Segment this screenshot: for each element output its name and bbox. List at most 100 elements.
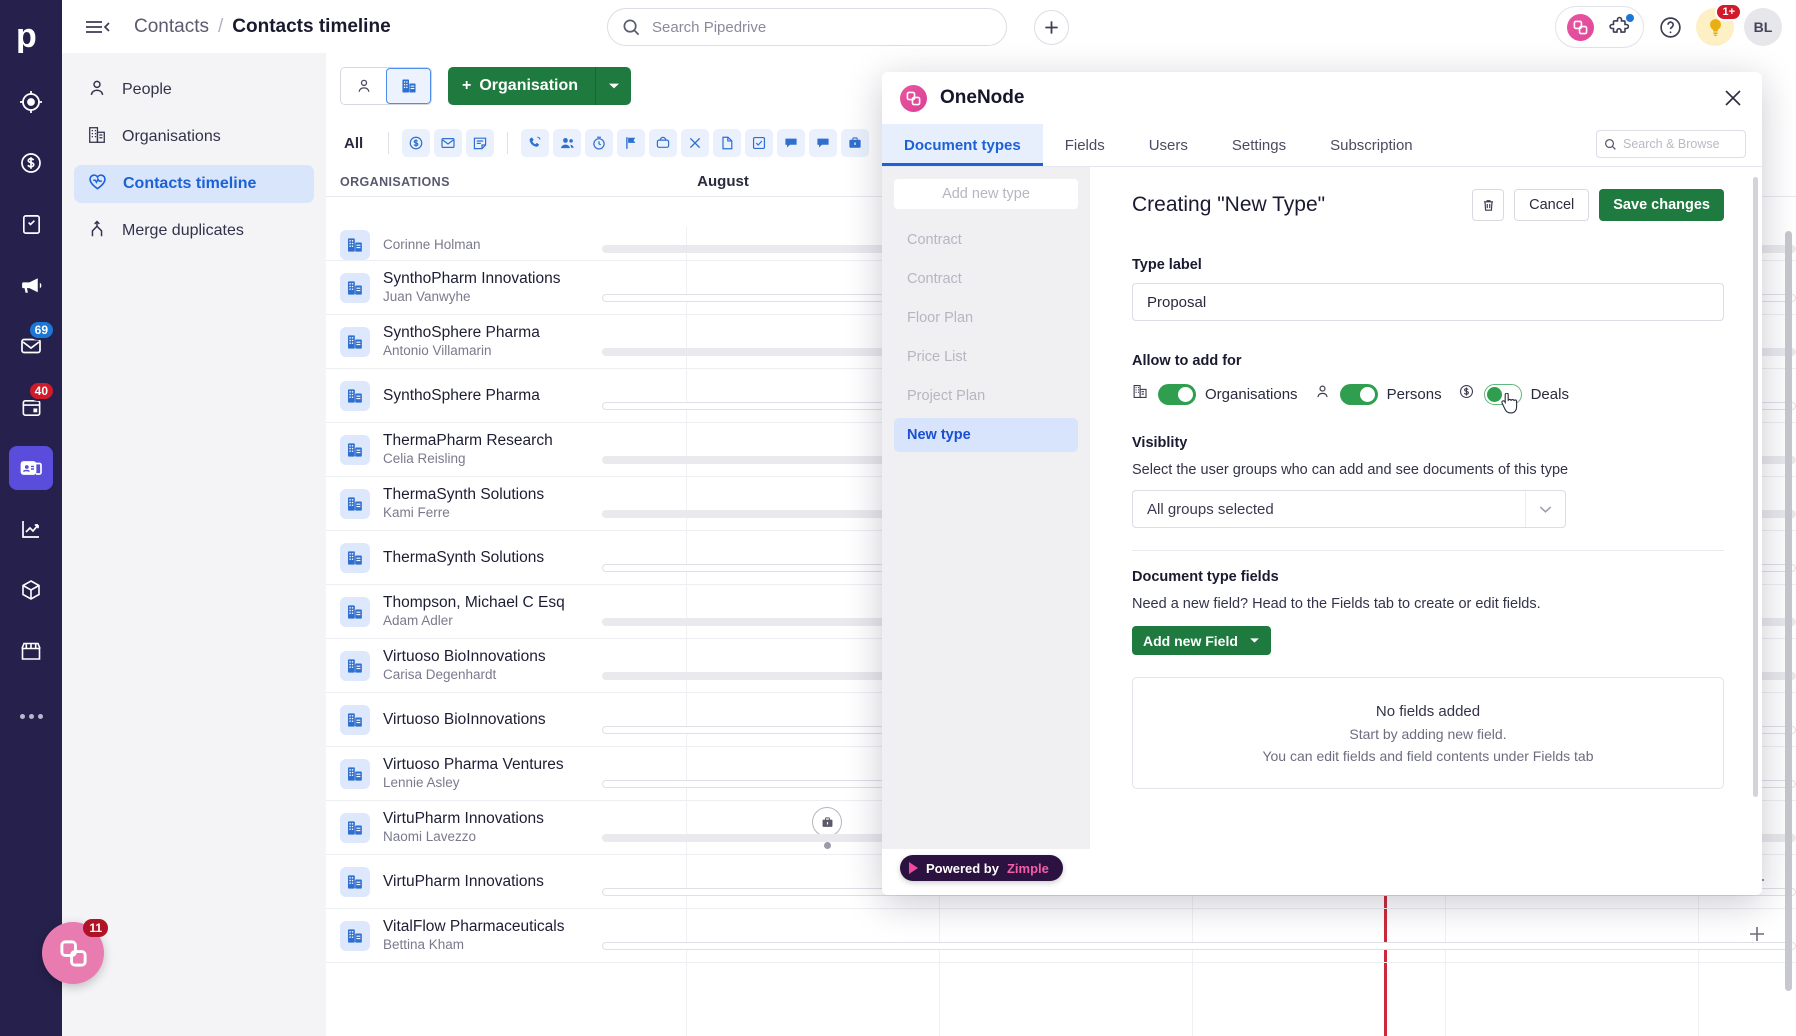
sidebar-item-organisations[interactable]: Organisations [74, 118, 314, 156]
rail-item-more[interactable] [19, 694, 43, 738]
filter-chat-icon[interactable] [777, 129, 806, 157]
add-organisation-dropdown[interactable] [595, 67, 631, 105]
deal-marker-icon[interactable] [812, 807, 842, 837]
filter-activity-icon[interactable] [681, 129, 710, 157]
type-item-contract-2[interactable]: Contract [894, 262, 1078, 296]
row-org-name[interactable]: VitalFlow Pharmaceuticals [383, 917, 564, 936]
merge-icon [87, 219, 107, 244]
visibility-select[interactable]: All groups selected [1132, 490, 1566, 528]
row-org-name[interactable]: Virtuoso Pharma Ventures [383, 755, 564, 774]
filter-deadline-icon[interactable] [585, 129, 614, 157]
heartbeat-icon [87, 171, 108, 197]
view-people-button[interactable] [341, 68, 386, 104]
rail-item-leads[interactable] [9, 80, 53, 124]
view-organisations-button[interactable] [386, 68, 431, 104]
allow-to-add-for-caption: Allow to add for [1132, 353, 1242, 369]
tab-users[interactable]: Users [1127, 124, 1210, 166]
cancel-button[interactable]: Cancel [1514, 189, 1590, 221]
pipedrive-logo-icon[interactable]: p [11, 14, 51, 58]
row-org-name[interactable]: VirtuPharm Innovations [383, 872, 544, 891]
row-org-name[interactable]: SynthoSphere Pharma [383, 323, 540, 342]
filter-briefcase-icon[interactable] [841, 129, 870, 157]
breadcrumb-root[interactable]: Contacts [134, 16, 209, 38]
sidebar-item-contacts-timeline[interactable]: Contacts timeline [74, 165, 314, 203]
type-item-new-type[interactable]: New type [894, 418, 1078, 452]
filter-deal-icon[interactable] [402, 129, 431, 157]
filter-checkbox-icon[interactable] [745, 129, 774, 157]
visibility-caption: Visiblity [1132, 435, 1188, 451]
tab-subscription[interactable]: Subscription [1308, 124, 1435, 166]
powered-by-zimple-badge[interactable]: Powered by Zimple [900, 855, 1063, 881]
marketplace-apps-icon[interactable] [1608, 14, 1634, 39]
type-item-contract-1[interactable]: Contract [894, 223, 1078, 257]
close-icon[interactable] [1722, 87, 1744, 109]
sidebar-item-people[interactable]: People [74, 71, 314, 109]
row-org-name[interactable]: Virtuoso BioInnovations [383, 647, 546, 666]
filter-chat-alt-icon[interactable] [809, 129, 838, 157]
tab-document-types[interactable]: Document types [882, 124, 1043, 166]
filter-meeting-icon[interactable] [553, 129, 582, 157]
rail-item-activities[interactable]: 40 [9, 381, 55, 429]
toggle-organisations[interactable] [1158, 383, 1196, 405]
org-avatar-icon [340, 488, 370, 519]
search-input[interactable] [652, 18, 982, 36]
collapse-sidebar-icon[interactable] [84, 17, 110, 37]
row-person: Carisa Degenhardt [383, 667, 497, 682]
toggle-deals[interactable] [1483, 383, 1522, 413]
row-add-button[interactable] [1748, 923, 1766, 949]
rail-item-deals[interactable] [9, 141, 53, 185]
type-item-price-list[interactable]: Price List [894, 340, 1078, 374]
filter-task-flag-icon[interactable] [617, 129, 646, 157]
filter-all-label[interactable]: All [344, 135, 363, 152]
main-vertical-scrollbar[interactable] [1785, 231, 1792, 991]
filter-email-icon[interactable] [434, 129, 463, 157]
row-org-name[interactable]: Virtuoso BioInnovations [383, 710, 546, 729]
rail-item-marketplace[interactable] [9, 629, 53, 673]
rail-item-campaigns[interactable] [9, 263, 53, 307]
type-label-input[interactable] [1132, 283, 1724, 321]
tab-fields[interactable]: Fields [1043, 124, 1127, 166]
row-org-name[interactable]: SynthoPharm Innovations [383, 269, 561, 288]
help-button[interactable] [1654, 11, 1686, 43]
row-org-name[interactable]: SynthoSphere Pharma [383, 386, 540, 405]
delete-type-button[interactable] [1472, 189, 1505, 221]
whats-new-button[interactable]: 1+ [1696, 3, 1742, 46]
user-avatar[interactable]: BL [1744, 8, 1782, 46]
rail-item-contacts[interactable] [9, 446, 53, 490]
filter-file-icon[interactable] [713, 129, 742, 157]
sidebar-item-merge-duplicates[interactable]: Merge duplicates [74, 212, 314, 250]
rail-item-insights[interactable] [9, 507, 53, 551]
tab-settings[interactable]: Settings [1210, 124, 1308, 166]
org-avatar-icon [340, 272, 370, 303]
rail-item-products[interactable] [9, 568, 53, 612]
modal-vertical-scrollbar[interactable] [1753, 177, 1758, 797]
filter-note-icon[interactable] [466, 129, 495, 157]
row-org-name[interactable]: ThermaPharm Research [383, 431, 553, 450]
add-new-field-button[interactable]: Add new Field [1132, 626, 1271, 655]
toggle-persons[interactable] [1339, 383, 1378, 405]
global-search[interactable] [607, 8, 1007, 46]
sidebar-item-label: Contacts timeline [123, 175, 257, 192]
filter-lunch-icon[interactable] [649, 129, 678, 157]
row-org-name[interactable]: VirtuPharm Innovations [383, 809, 544, 828]
filter-call-icon[interactable] [521, 129, 550, 157]
col-month-header: August [697, 173, 749, 190]
add-new-type-button[interactable]: Add new type [894, 179, 1078, 209]
type-item-project-plan[interactable]: Project Plan [894, 379, 1078, 413]
type-item-floor-plan[interactable]: Floor Plan [894, 301, 1078, 335]
activities-badge: 40 [27, 381, 55, 401]
table-row[interactable]: VitalFlow Pharmaceuticals Bettina Kham [326, 909, 1796, 963]
add-organisation-button[interactable]: + Organisation [448, 67, 632, 105]
save-button[interactable]: Save changes [1599, 189, 1724, 221]
row-org-name[interactable]: ThermaSynth Solutions [383, 548, 544, 567]
row-org-name[interactable]: Thompson, Michael C Esq [383, 593, 565, 612]
rail-item-mail[interactable]: 69 [9, 320, 55, 368]
sidebar-item-label: Organisations [122, 128, 221, 145]
rail-item-projects[interactable] [9, 202, 53, 246]
onenode-app-icon[interactable] [1567, 13, 1594, 41]
onenode-chat-widget[interactable]: 11 [42, 919, 108, 984]
row-org-name[interactable]: ThermaSynth Solutions [383, 485, 544, 504]
breadcrumb-separator: / [217, 15, 224, 37]
quick-add-button[interactable] [1034, 10, 1069, 45]
modal-search[interactable]: Search & Browse [1596, 130, 1746, 158]
